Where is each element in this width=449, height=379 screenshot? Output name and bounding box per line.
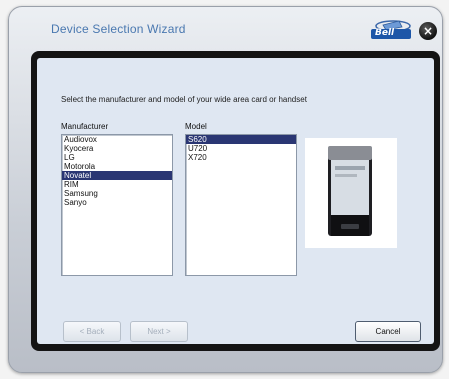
- close-icon: ×: [422, 24, 434, 38]
- logo-text: Bell: [375, 28, 395, 38]
- model-list[interactable]: S620 U720 X720: [185, 134, 297, 276]
- list-item[interactable]: Novatel: [62, 171, 172, 180]
- list-item[interactable]: U720: [186, 144, 296, 153]
- close-button[interactable]: ×: [419, 22, 437, 40]
- wizard-content: Select the manufacturer and model of you…: [37, 58, 434, 344]
- wizard-window: Device Selection Wizard Bell × Select th…: [8, 6, 443, 373]
- list-item[interactable]: Audiovox: [62, 135, 172, 144]
- manufacturer-items: Audiovox Kyocera LG Motorola Novatel RIM Samsu…: [62, 135, 172, 207]
- list-item[interactable]: Motorola: [62, 162, 172, 171]
- device-preview-image: [305, 138, 397, 248]
- list-item[interactable]: S620: [186, 135, 296, 144]
- pc-card-image: [328, 146, 372, 236]
- manufacturer-list[interactable]: Audiovox Kyocera LG Motorola Novatel RIM Samsu…: [61, 134, 173, 276]
- list-item[interactable]: LG: [62, 153, 172, 162]
- list-item[interactable]: X720: [186, 153, 296, 162]
- window-title: Device Selection Wizard: [51, 22, 186, 36]
- list-item[interactable]: Sanyo: [62, 198, 172, 207]
- bell-logo: Bell: [369, 17, 413, 41]
- model-label: Model: [185, 122, 207, 131]
- back-button[interactable]: < Back: [63, 321, 121, 342]
- next-button[interactable]: Next >: [130, 321, 188, 342]
- list-item[interactable]: RIM: [62, 180, 172, 189]
- list-item[interactable]: Kyocera: [62, 144, 172, 153]
- list-item[interactable]: Samsung: [62, 189, 172, 198]
- cancel-button[interactable]: Cancel: [355, 321, 421, 342]
- manufacturer-label: Manufacturer: [61, 122, 109, 131]
- instruction-text: Select the manufacturer and model of you…: [61, 95, 307, 104]
- title-bar: Device Selection Wizard Bell ×: [9, 7, 442, 47]
- model-items: S620 U720 X720: [186, 135, 296, 162]
